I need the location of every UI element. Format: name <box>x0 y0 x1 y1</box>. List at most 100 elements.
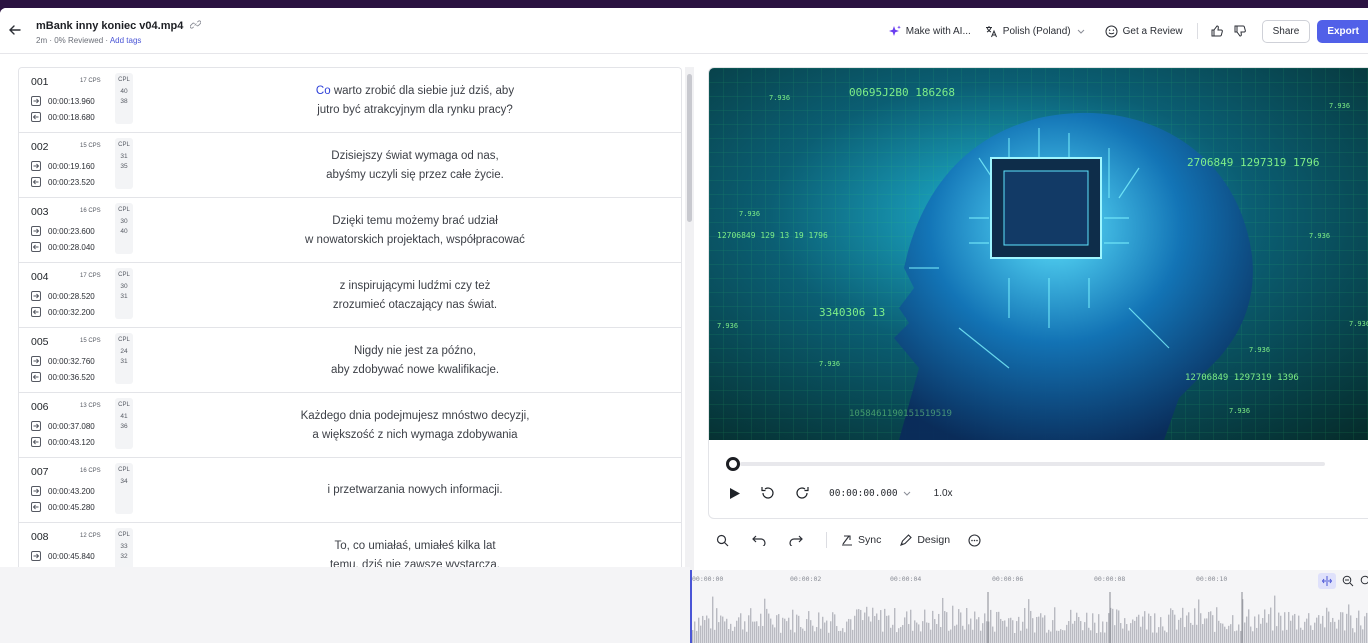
time-out-value[interactable]: 00:00:45.280 <box>48 503 95 512</box>
design-button[interactable]: Design <box>899 533 950 547</box>
subtitle-row[interactable]: 004 17 CPS CPL 30 31 00:00:28.520 00:00:3… <box>19 263 681 328</box>
subtitle-row[interactable]: 005 15 CPS CPL 24 31 00:00:32.760 00:00:3… <box>19 328 681 393</box>
time-out-value[interactable]: 00:00:43.120 <box>48 438 95 447</box>
make-with-ai-button[interactable]: Make with AI... <box>888 25 971 38</box>
time-in-value[interactable]: 00:00:37.080 <box>48 422 95 431</box>
search-button[interactable] <box>716 534 734 547</box>
subtitle-row[interactable]: 001 17 CPS CPL 40 38 00:00:13.960 00:00:1… <box>19 68 681 133</box>
timeline[interactable]: 00:00:00 00:00:02 00:00:04 00:00:06 00:0… <box>690 570 1368 643</box>
subtitle-line-2[interactable]: a większość z nich wymaga zdobywania <box>312 426 517 445</box>
subtitle-line-2[interactable]: zrozumieć otaczający nas świat. <box>333 296 497 315</box>
timeline-playhead[interactable] <box>690 570 692 643</box>
thumbs-up-icon[interactable] <box>1210 24 1224 38</box>
language-select[interactable]: Polish (Poland) <box>985 25 1091 38</box>
subtitle-list[interactable]: 001 17 CPS CPL 40 38 00:00:13.960 00:00:1… <box>18 67 682 567</box>
subtitle-row[interactable]: 007 16 CPS CPL 34 00:00:43.200 00:00:45.… <box>19 458 681 523</box>
playback-speed[interactable]: 1.0x <box>934 488 953 499</box>
thumbs-down-icon[interactable] <box>1233 24 1247 38</box>
time-in-value[interactable]: 00:00:32.760 <box>48 357 95 366</box>
subtitle-text[interactable]: Dzięki temu możemy brać udział w nowator… <box>149 198 681 263</box>
cpl-line-2: 40 <box>120 228 128 235</box>
rewind-icon[interactable] <box>761 486 775 500</box>
time-in[interactable]: 00:00:32.760 <box>31 356 95 366</box>
audio-waveform[interactable] <box>690 592 1368 643</box>
time-out[interactable]: 00:00:23.520 <box>31 177 95 187</box>
subtitle-line-1[interactable]: To, co umiałaś, umiałeś kilka lat <box>334 537 495 556</box>
time-out-value[interactable]: 00:00:23.520 <box>48 178 95 187</box>
subtitle-line-1[interactable]: Dzięki temu możemy brać udział <box>332 212 498 231</box>
subtitle-line-2[interactable]: w nowatorskich projektach, współpracować <box>305 231 525 250</box>
time-in-value[interactable]: 00:00:45.840 <box>48 552 95 561</box>
subtitle-text[interactable]: z inspirującymi ludźmi czy też zrozumieć… <box>149 263 681 328</box>
zoom-out-icon[interactable] <box>1342 575 1354 587</box>
time-out[interactable]: 00:00:36.520 <box>31 372 95 382</box>
share-button[interactable]: Share <box>1261 19 1311 43</box>
subtitle-line-1[interactable]: i przetwarzania nowych informacji. <box>327 481 502 500</box>
subtitle-text[interactable]: i przetwarzania nowych informacji. <box>149 458 681 523</box>
time-out-value[interactable]: 00:00:32.200 <box>48 308 95 317</box>
subtitle-line-1[interactable]: Każdego dnia podejmujesz mnóstwo decyzji… <box>301 407 530 426</box>
subtitle-text[interactable]: To, co umiałaś, umiałeś kilka lat temu, … <box>149 523 681 568</box>
time-out[interactable]: 00:00:43.120 <box>31 437 95 447</box>
subtitle-line-2[interactable]: abyśmy uczyli się przez całe życie. <box>326 166 504 185</box>
forward-icon[interactable] <box>795 486 809 500</box>
time-out[interactable]: 00:00:18.680 <box>31 112 95 122</box>
subtitle-line-1[interactable]: Dzisiejszy świat wymaga od nas, <box>331 147 498 166</box>
subtitle-line-1[interactable]: z inspirującymi ludźmi czy też <box>340 277 491 296</box>
time-out[interactable]: 00:00:45.280 <box>31 502 95 512</box>
subtitle-line-2[interactable]: aby zdobywać nowe kwalifikacje. <box>331 361 499 380</box>
time-in[interactable]: 00:00:23.600 <box>31 226 95 236</box>
sync-button[interactable]: Sync <box>841 534 881 546</box>
link-icon[interactable] <box>190 19 202 30</box>
list-scrollbar[interactable] <box>685 67 694 572</box>
cpl-line-1: 31 <box>120 153 128 160</box>
time-in[interactable]: 00:00:19.160 <box>31 161 95 171</box>
subtitle-row[interactable]: 003 16 CPS CPL 30 40 00:00:23.600 00:00:2… <box>19 198 681 263</box>
timecode[interactable]: 00:00:00.000 <box>829 488 898 499</box>
time-in[interactable]: 00:00:45.840 <box>31 551 95 561</box>
subtitle-line-2[interactable]: jutro być atrakcyjnym dla rynku pracy? <box>317 101 513 120</box>
svg-text:7.936: 7.936 <box>717 322 738 330</box>
subtitle-line-1[interactable]: Co warto zrobić dla siebie już dziś, aby <box>316 82 514 101</box>
undo-button[interactable] <box>752 534 771 546</box>
subtitle-row[interactable]: 006 13 CPS CPL 41 36 00:00:37.080 00:00:4… <box>19 393 681 458</box>
back-arrow-icon[interactable] <box>8 23 22 37</box>
subtitle-line-2[interactable]: temu, dziś nie zawsze wystarcza. <box>330 556 500 568</box>
subtitle-line-1[interactable]: Nigdy nie jest za późno, <box>354 342 476 361</box>
get-review-button[interactable]: Get a Review <box>1105 25 1183 38</box>
subtitle-row[interactable]: 008 12 CPS CPL 33 32 00:00:45.840 To, co … <box>19 523 681 567</box>
play-icon[interactable] <box>729 487 741 500</box>
redo-button[interactable] <box>789 534 808 546</box>
time-out-value[interactable]: 00:00:28.040 <box>48 243 95 252</box>
time-out[interactable]: 00:00:28.040 <box>31 242 95 252</box>
cps-value: 15 CPS <box>80 338 101 344</box>
subtitle-text[interactable]: Co warto zrobić dla siebie już dziś, aby… <box>149 68 681 133</box>
svg-text:1058461190151519519: 1058461190151519519 <box>849 409 952 419</box>
time-out-value[interactable]: 00:00:18.680 <box>48 113 95 122</box>
subtitle-text[interactable]: Każdego dnia podejmujesz mnóstwo decyzji… <box>149 393 681 458</box>
subtitle-row[interactable]: 002 15 CPS CPL 31 35 00:00:19.160 00:00:2… <box>19 133 681 198</box>
add-tags-link[interactable]: Add tags <box>110 36 142 45</box>
time-out-value[interactable]: 00:00:36.520 <box>48 373 95 382</box>
time-in-value[interactable]: 00:00:13.960 <box>48 97 95 106</box>
more-button[interactable] <box>968 533 986 547</box>
time-in[interactable]: 00:00:37.080 <box>31 421 95 431</box>
snap-button[interactable] <box>1318 573 1336 589</box>
time-in-value[interactable]: 00:00:23.600 <box>48 227 95 236</box>
time-in[interactable]: 00:00:28.520 <box>31 291 95 301</box>
progress-handle[interactable] <box>726 457 740 471</box>
time-in[interactable]: 00:00:13.960 <box>31 96 95 106</box>
time-in[interactable]: 00:00:43.200 <box>31 486 95 496</box>
video-frame[interactable]: 00695J2B0 186268 2706849 1297319 1796 12… <box>709 68 1368 440</box>
time-out[interactable]: 00:00:32.200 <box>31 307 95 317</box>
time-in-value[interactable]: 00:00:19.160 <box>48 162 95 171</box>
subtitle-text[interactable]: Nigdy nie jest za późno, aby zdobywać no… <box>149 328 681 393</box>
subtitle-text[interactable]: Dzisiejszy świat wymaga od nas, abyśmy u… <box>149 133 681 198</box>
export-button[interactable]: Export <box>1317 19 1368 43</box>
zoom-in-icon[interactable] <box>1360 575 1368 587</box>
chevron-down-icon[interactable] <box>902 488 912 498</box>
scrollbar-thumb[interactable] <box>687 74 692 222</box>
time-in-value[interactable]: 00:00:43.200 <box>48 487 95 496</box>
progress-track[interactable] <box>740 462 1325 466</box>
time-in-value[interactable]: 00:00:28.520 <box>48 292 95 301</box>
